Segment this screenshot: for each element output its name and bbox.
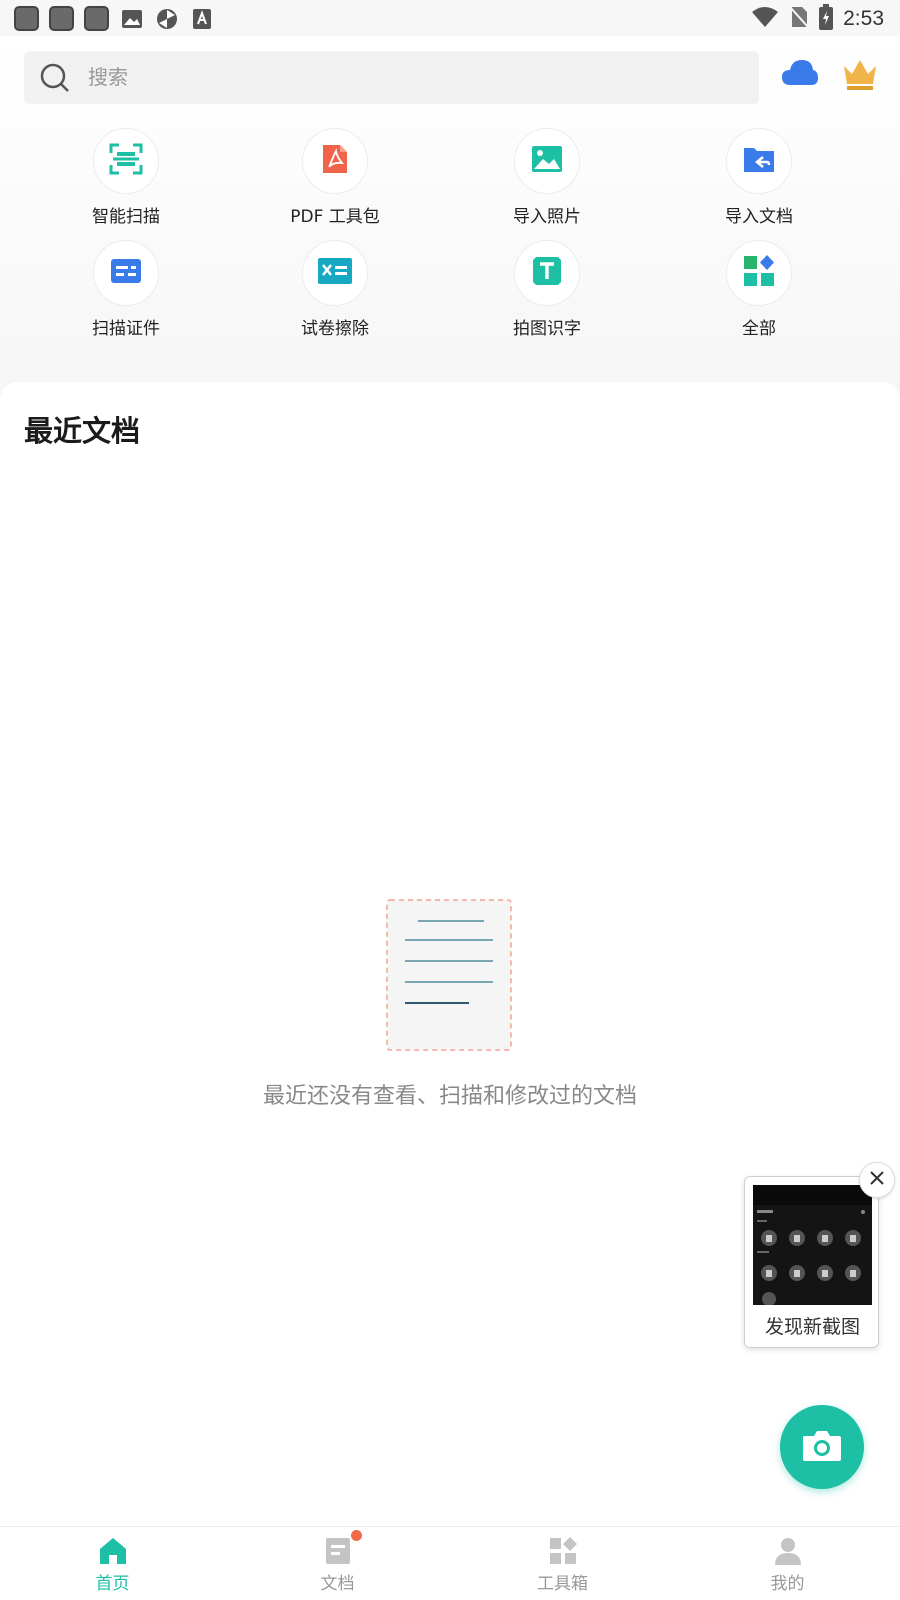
all-tools-icon bbox=[743, 255, 775, 291]
search-bar[interactable] bbox=[24, 51, 759, 104]
empty-state-text: 最近还没有查看、扫描和修改过的文档 bbox=[262, 1084, 637, 1109]
text-recognition-icon bbox=[532, 256, 562, 290]
import-document-icon bbox=[743, 145, 775, 177]
new-screenshot-popup[interactable]: 发现新截图 bbox=[744, 1176, 879, 1348]
tool-all[interactable]: 全部 bbox=[694, 240, 824, 340]
search-input[interactable] bbox=[88, 57, 738, 97]
tool-label: PDF 工具包 bbox=[290, 207, 380, 227]
sync-icon bbox=[154, 6, 179, 31]
tool-pdf-toolkit[interactable]: PDF 工具包 bbox=[270, 128, 400, 228]
nav-toolbox[interactable]: 工具箱 bbox=[450, 1527, 675, 1600]
tool-icon-circle bbox=[514, 128, 580, 194]
camera-icon bbox=[802, 1428, 842, 1466]
close-icon bbox=[869, 1170, 885, 1190]
tool-icon-circle bbox=[726, 240, 792, 306]
wifi-icon bbox=[751, 6, 779, 32]
tool-icon-circle bbox=[726, 128, 792, 194]
crown-icon[interactable] bbox=[842, 58, 878, 94]
tool-import-document[interactable]: 导入文档 bbox=[694, 128, 824, 228]
tool-label: 试卷擦除 bbox=[301, 319, 369, 339]
tool-icon-circle bbox=[93, 128, 159, 194]
tool-text-recognition[interactable]: 拍图识字 bbox=[482, 240, 612, 340]
font-icon bbox=[189, 6, 214, 31]
empty-document-illustration bbox=[385, 898, 515, 1058]
document-icon bbox=[322, 1530, 362, 1567]
tool-id-scan[interactable]: 扫描证件 bbox=[61, 240, 191, 340]
nav-label: 工具箱 bbox=[537, 1574, 588, 1594]
no-sim-icon bbox=[789, 5, 809, 33]
tool-label: 全部 bbox=[742, 319, 776, 339]
tool-label: 导入文档 bbox=[725, 207, 793, 227]
battery-charging-icon bbox=[819, 4, 834, 34]
id-card-icon bbox=[110, 258, 142, 288]
app-square-icon bbox=[49, 6, 74, 31]
nav-documents[interactable]: 文档 bbox=[225, 1527, 450, 1600]
new-screenshot-label: 发现新截图 bbox=[764, 1316, 860, 1338]
status-bar-left-icons bbox=[14, 6, 214, 31]
top-area: 智能扫描 PDF 工具包 导入照片 导入文档 bbox=[0, 36, 900, 396]
recent-documents-title: 最近文档 bbox=[24, 414, 141, 448]
tool-icon-circle bbox=[93, 240, 159, 306]
close-screenshot-popup-button[interactable] bbox=[859, 1162, 895, 1198]
tool-label: 扫描证件 bbox=[92, 319, 160, 339]
toolbox-icon bbox=[547, 1535, 579, 1567]
nav-profile[interactable]: 我的 bbox=[675, 1527, 900, 1600]
status-bar: 2:53 bbox=[0, 0, 900, 36]
bottom-navigation: 首页 文档 工具箱 我的 bbox=[0, 1526, 900, 1600]
recent-documents-section: 最近文档 最近还没有查看、扫描和修改过的文档 bbox=[0, 382, 900, 1528]
camera-button[interactable] bbox=[780, 1405, 864, 1489]
nav-label: 我的 bbox=[770, 1574, 805, 1594]
tool-label: 导入照片 bbox=[513, 207, 581, 227]
nav-label: 首页 bbox=[95, 1574, 130, 1594]
smart-scan-icon bbox=[109, 143, 143, 179]
pdf-icon bbox=[321, 143, 349, 179]
app-square-icon bbox=[14, 6, 39, 31]
nav-label: 文档 bbox=[320, 1574, 355, 1594]
search-icon bbox=[40, 63, 70, 97]
tool-import-photo[interactable]: 导入照片 bbox=[482, 128, 612, 228]
tool-exam-erase[interactable]: 试卷擦除 bbox=[270, 240, 400, 340]
profile-icon bbox=[772, 1535, 804, 1567]
import-photo-icon bbox=[531, 145, 563, 177]
tool-icon-circle bbox=[302, 240, 368, 306]
screenshot-thumbnail[interactable] bbox=[753, 1185, 872, 1306]
status-time: 2:53 bbox=[843, 7, 884, 30]
status-bar-right-icons: 2:53 bbox=[751, 4, 884, 34]
app-square-icon bbox=[84, 6, 109, 31]
tool-label: 拍图识字 bbox=[513, 319, 581, 339]
home-icon bbox=[97, 1535, 129, 1567]
cloud-icon[interactable] bbox=[781, 58, 819, 90]
tool-icon-circle bbox=[514, 240, 580, 306]
tool-smart-scan[interactable]: 智能扫描 bbox=[61, 128, 191, 228]
notification-badge bbox=[350, 1530, 362, 1541]
tool-label: 智能扫描 bbox=[92, 207, 160, 227]
nav-home[interactable]: 首页 bbox=[0, 1527, 225, 1600]
image-icon bbox=[119, 6, 144, 31]
tool-icon-circle bbox=[302, 128, 368, 194]
exam-erase-icon bbox=[317, 257, 353, 289]
